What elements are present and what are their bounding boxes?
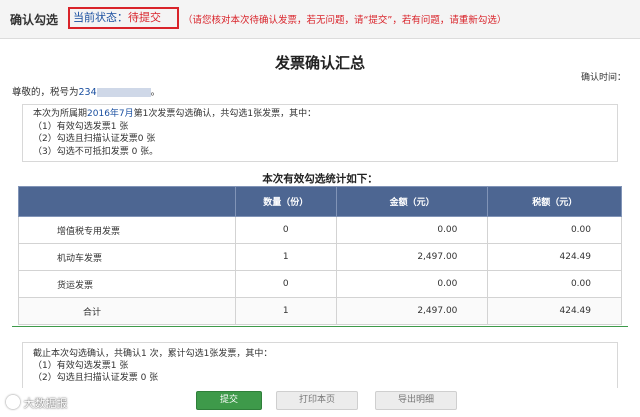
status-label: 当前状态： [73, 11, 128, 24]
invoice-type: 机动车发票 [18, 243, 236, 271]
cumulative-line: 截止本次勾选确认，共确认1 次，累计勾选1张发票，其中： [33, 349, 273, 359]
confirm-time-label: 确认时间： [580, 73, 626, 83]
invoice-count: 0 [234, 216, 337, 244]
invoice-amount: 2,497.00 [335, 243, 489, 271]
cumulative-summary: 截止本次勾选确认，共确认1 次，累计勾选1张发票，其中： （1）有效勾选发票1 … [22, 342, 618, 388]
column-header-type [18, 186, 236, 217]
invoice-amount: 0.00 [335, 216, 489, 244]
tax-number: 234 [78, 87, 97, 98]
greeting: 尊敬的，税号为234 。 [12, 84, 160, 98]
table-row: 机动车发票 1 2,497.00 424.49 [18, 243, 622, 271]
stats-table: 数量（份） 金额（元） 税额（元） 增值税专用发票 0 0.00 0.00 机动… [18, 186, 622, 325]
table-total-row: 合计 1 2,497.00 424.49 [18, 297, 622, 325]
invoice-tax: 0.00 [487, 216, 622, 244]
page-title: 发票确认汇总 [274, 54, 365, 72]
table-row: 增值税专用发票 0 0.00 0.00 [18, 216, 622, 244]
section-divider [12, 326, 628, 327]
status-value: 待提交 [128, 11, 161, 24]
print-page-button[interactable]: 打印本页 [276, 391, 358, 410]
column-header-count: 数量（份） [234, 186, 337, 217]
invoice-count: 1 [234, 297, 337, 325]
tax-number-mask [96, 88, 151, 97]
invoice-amount: 2,497.00 [335, 297, 489, 325]
submit-button[interactable]: 提交 [196, 391, 262, 410]
summary-item: （1）有效勾选发票1 张 [33, 121, 129, 132]
summary-line: 本次为所属期2016年7月第1次发票勾选确认，共勾选1张发票，其中： [33, 108, 607, 121]
invoice-tax: 0.00 [487, 270, 622, 298]
invoice-amount: 0.00 [335, 270, 489, 298]
selection-summary: 本次为所属期2016年7月第1次发票勾选确认，共勾选1张发票，其中： （1）有效… [22, 104, 618, 162]
table-header-row: 数量（份） 金额（元） 税额（元） [18, 186, 622, 217]
cumulative-item: （2）勾选且扫描认证发票 0 张 [33, 373, 159, 383]
column-header-tax: 税额（元） [487, 186, 622, 217]
summary-text: 第1次发票勾选确认，共勾选1张发票，其中： [133, 109, 317, 119]
invoice-tax: 424.49 [487, 297, 622, 325]
invoice-type: 合计 [18, 297, 236, 325]
cumulative-item: （1）有效勾选发票1 张 [33, 361, 129, 371]
greeting-suffix: 。 [150, 87, 161, 98]
greeting-prefix: 尊敬的，税号为 [12, 87, 79, 98]
invoice-type: 增值税专用发票 [18, 216, 236, 244]
tax-period: 2016年7月 [87, 109, 134, 119]
stats-title: 本次有效勾选统计如下： [262, 173, 378, 185]
table-row: 货运发票 0 0.00 0.00 [18, 270, 622, 298]
status-indicator: 当前状态：待提交 [68, 7, 179, 29]
instruction-hint: （请您核对本次待确认发票，若无问题，请“提交”，若有问题，请重新勾选） [183, 15, 507, 26]
summary-item: （2）勾选且扫描认证发票0 张 [33, 134, 156, 144]
watermark-logo-icon [6, 395, 20, 409]
page-section-title: 确认勾选 [10, 13, 59, 27]
top-bar: 确认勾选 当前状态：待提交 （请您核对本次待确认发票，若无问题，请“提交”，若有… [0, 0, 640, 39]
invoice-tax: 424.49 [487, 243, 622, 271]
summary-item: （3）勾选不可抵扣发票 0 张。 [33, 146, 159, 157]
invoice-type: 货运发票 [18, 270, 236, 298]
watermark-text: 大数据报 [23, 397, 68, 410]
invoice-count: 1 [234, 243, 337, 271]
column-header-amount: 金额（元） [335, 186, 489, 217]
summary-text: 本次为所属期 [33, 109, 88, 119]
invoice-count: 0 [234, 270, 337, 298]
watermark: 大数据报 [6, 395, 68, 411]
export-details-button[interactable]: 导出明细 [375, 391, 457, 410]
